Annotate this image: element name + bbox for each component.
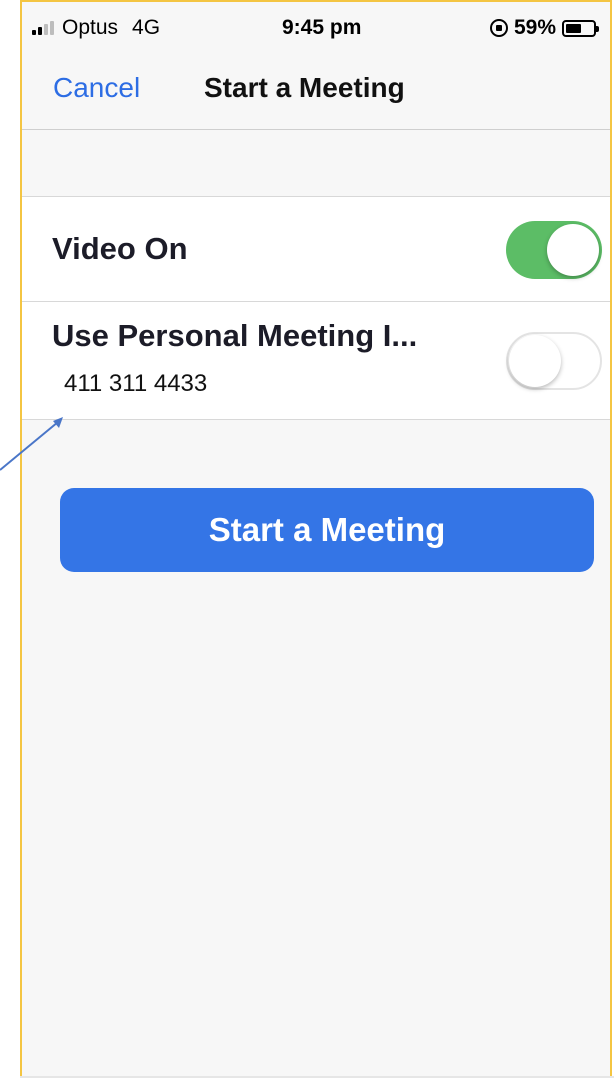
personal-meeting-id-label: Use Personal Meeting I...	[52, 318, 418, 353]
bottom-divider	[20, 1076, 614, 1078]
video-on-row[interactable]: Video On	[22, 197, 610, 302]
status-bar: Optus 4G 9:45 pm 59%	[22, 2, 610, 54]
cancel-button[interactable]: Cancel	[53, 72, 140, 104]
status-time: 9:45 pm	[282, 16, 362, 39]
orientation-lock-icon	[489, 19, 508, 37]
battery-fill	[566, 23, 582, 33]
page-title: Start a Meeting	[204, 72, 405, 103]
phone-screen: Optus 4G 9:45 pm 59% Cancel Start a Meet…	[20, 0, 612, 1076]
carrier-name: Optus	[62, 16, 119, 39]
toggle-knob	[509, 335, 561, 387]
personal-meeting-id-value: 411 311 4433	[64, 370, 208, 397]
settings-group: Video On Use Personal Meeting I... 411 3…	[22, 196, 610, 420]
video-on-toggle[interactable]	[506, 221, 602, 279]
start-meeting-button[interactable]: Start a Meeting	[60, 488, 594, 572]
annotation-arrow-icon	[0, 417, 63, 471]
section-spacer	[22, 130, 610, 196]
status-right: 59%	[489, 16, 599, 40]
personal-meeting-id-toggle[interactable]	[506, 332, 602, 390]
toggle-knob	[547, 224, 599, 276]
status-left: Optus 4G	[32, 16, 242, 40]
navigation-bar: Cancel Start a Meeting	[22, 54, 610, 130]
battery-percent: 59%	[513, 16, 556, 39]
video-on-label: Video On	[52, 231, 188, 266]
battery-icon	[562, 19, 599, 37]
signal-icon	[32, 21, 54, 35]
network-type: 4G	[132, 16, 161, 39]
personal-meeting-id-row[interactable]: Use Personal Meeting I... 411 311 4433	[22, 302, 610, 420]
